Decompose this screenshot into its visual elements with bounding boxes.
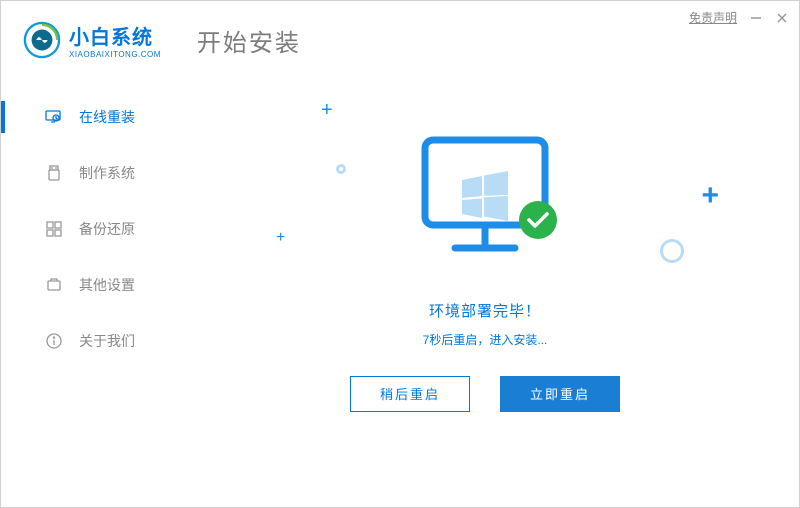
decoration-plus-icon: + [276, 229, 285, 247]
body: 在线重装 制作系统 备份还原 其他设置 [1, 69, 799, 507]
logo-icon [23, 21, 61, 59]
restart-later-button[interactable]: 稍后重启 [350, 376, 470, 412]
header: 小白系统 XIAOBAIXITONG.COM 开始安装 [1, 1, 799, 69]
decoration-circle-icon [660, 239, 684, 263]
usb-icon [45, 164, 63, 182]
reinstall-icon [45, 108, 63, 126]
decoration-plus-icon: + [321, 99, 333, 122]
page-title: 开始安装 [197, 23, 301, 58]
status-subtitle: 7秒后重启，进入安装... [423, 331, 548, 348]
restart-now-button[interactable]: 立即重启 [500, 376, 620, 412]
decoration-circle-icon [336, 164, 346, 174]
backup-icon [45, 220, 63, 238]
sidebar-item-create[interactable]: 制作系统 [1, 145, 171, 201]
sidebar-item-about[interactable]: 关于我们 [1, 313, 171, 369]
action-buttons: 稍后重启 立即重启 [350, 376, 620, 412]
close-button[interactable] [775, 11, 789, 25]
brand-text: 小白系统 XIAOBAIXITONG.COM [69, 21, 161, 59]
app-window: 免责声明 小白系统 XIAOBAIXITONG.COM 开始安装 [0, 0, 800, 508]
sidebar-item-settings[interactable]: 其他设置 [1, 257, 171, 313]
status-illustration [400, 125, 570, 280]
sidebar: 在线重装 制作系统 备份还原 其他设置 [1, 69, 171, 507]
settings-icon [45, 276, 63, 294]
sidebar-item-reinstall[interactable]: 在线重装 [1, 89, 171, 145]
info-icon [45, 332, 63, 350]
sidebar-item-label: 制作系统 [79, 163, 135, 183]
logo: 小白系统 XIAOBAIXITONG.COM [23, 21, 161, 59]
main-panel: + + + [171, 69, 799, 507]
disclaimer-link[interactable]: 免责声明 [689, 9, 737, 26]
decoration-plus-icon: + [701, 179, 719, 213]
sidebar-item-backup[interactable]: 备份还原 [1, 201, 171, 257]
brand-name: 小白系统 [69, 21, 161, 50]
minimize-button[interactable] [749, 11, 763, 25]
titlebar: 免责声明 [689, 9, 789, 26]
brand-subtitle: XIAOBAIXITONG.COM [69, 50, 161, 59]
sidebar-item-label: 其他设置 [79, 275, 135, 295]
sidebar-item-label: 关于我们 [79, 331, 135, 351]
sidebar-item-label: 备份还原 [79, 219, 135, 239]
sidebar-item-label: 在线重装 [79, 107, 135, 127]
status-title: 环境部署完毕！ [429, 300, 541, 321]
